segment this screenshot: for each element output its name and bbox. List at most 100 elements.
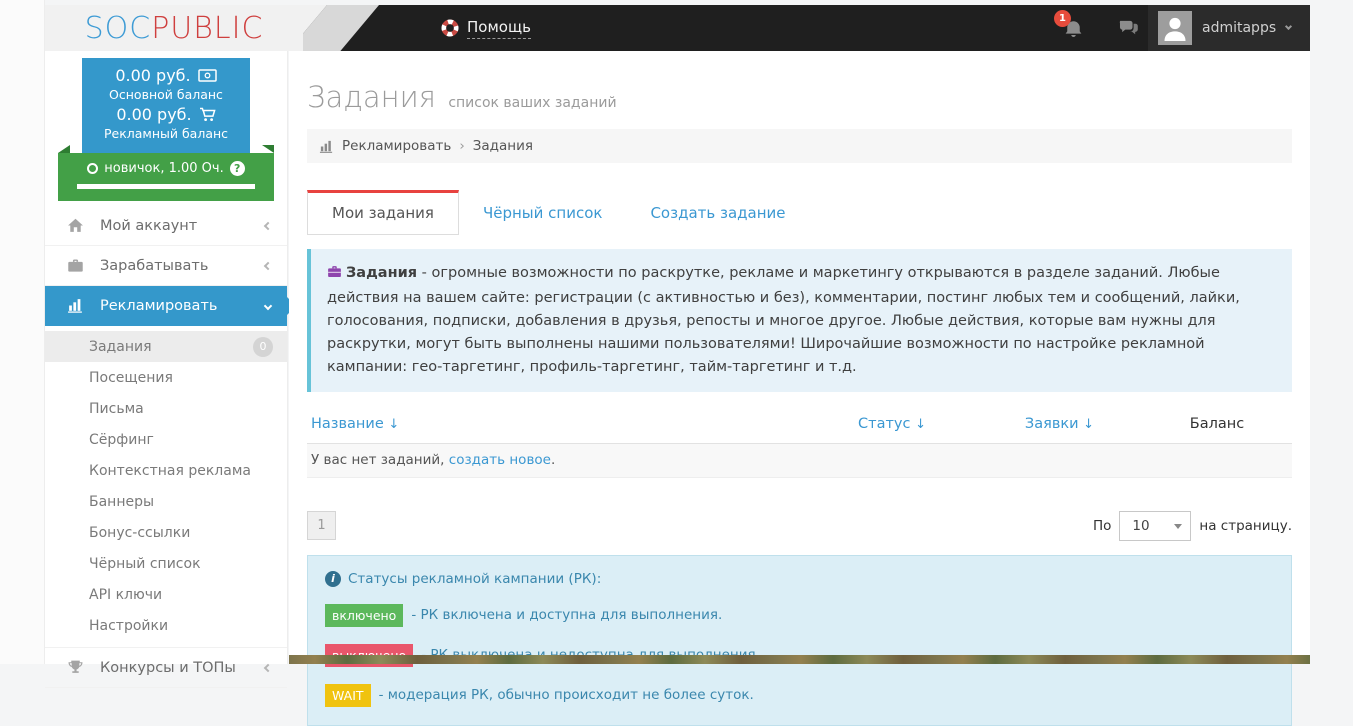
- submenu-item-settings[interactable]: Настройки: [45, 610, 287, 641]
- sidebar-item-earn[interactable]: Зарабатывать: [45, 246, 287, 286]
- per-page-control: По 10 на страницу.: [1092, 510, 1292, 541]
- user-menu[interactable]: admitapps: [1148, 5, 1310, 51]
- legend-title: Статусы рекламной кампании (РК):: [348, 570, 602, 587]
- legend-item-enabled: включено - РК включена и доступна для вы…: [325, 603, 1274, 627]
- tab-create-task[interactable]: Создать задание: [626, 190, 809, 235]
- tasks-info-box: Задания - огромные возможности по раскру…: [307, 249, 1292, 392]
- column-label: Заявки: [1024, 415, 1079, 432]
- submenu-item-label: Сёрфинг: [89, 431, 154, 448]
- rank-circle-icon: [87, 163, 99, 174]
- main-content: Задания список ваших заданий Рекламирова…: [289, 51, 1310, 726]
- submenu-item-tasks[interactable]: Задания 0: [45, 331, 287, 362]
- submenu-item-label: API ключи: [89, 586, 163, 603]
- per-page-prefix: По: [1092, 517, 1112, 534]
- lifebuoy-icon: [441, 19, 459, 37]
- cart-icon: [199, 107, 216, 122]
- breadcrumb-item-advertise[interactable]: Рекламировать: [342, 138, 451, 154]
- submenu-item-visits[interactable]: Посещения: [45, 362, 287, 393]
- create-new-task-link[interactable]: создать новое: [449, 452, 551, 468]
- column-header-status[interactable]: Статус ↓: [807, 416, 977, 432]
- status-badge-enabled: включено: [325, 603, 404, 627]
- tasks-count-badge: 0: [253, 336, 273, 357]
- submenu-item-label: Посещения: [89, 369, 173, 386]
- messages-button[interactable]: [1118, 18, 1138, 38]
- bar-chart-icon: [319, 139, 334, 154]
- chevron-down-icon: [1285, 22, 1293, 31]
- main-balance-amount: 0.00 руб.: [115, 66, 191, 85]
- empty-text: У вас нет заданий,: [311, 452, 445, 469]
- tab-blacklist[interactable]: Чёрный список: [459, 190, 627, 235]
- submenu-item-bonus-links[interactable]: Бонус-ссылки: [45, 517, 287, 548]
- submenu-item-label: Письма: [89, 400, 144, 417]
- submenu-item-label: Баннеры: [89, 493, 155, 510]
- tasks-table-header: Название ↓ Статус ↓ Заявки ↓ Баланс: [307, 405, 1292, 444]
- sidebar-item-contests[interactable]: Конкурсы и ТОПы: [45, 648, 287, 688]
- submenu-item-blacklist[interactable]: Чёрный список: [45, 548, 287, 579]
- submenu-item-label: Задания: [89, 338, 152, 355]
- info-circle-icon: i: [325, 570, 341, 587]
- help-link[interactable]: Помощь: [441, 5, 531, 51]
- submenu-item-banners[interactable]: Баннеры: [45, 486, 287, 517]
- briefcase-icon: [327, 266, 342, 283]
- ad-balance-amount: 0.00 руб.: [116, 105, 192, 124]
- question-circle-icon[interactable]: ?: [229, 161, 245, 176]
- column-header-requests[interactable]: Заявки ↓: [977, 416, 1142, 432]
- column-header-name[interactable]: Название ↓: [307, 416, 807, 432]
- sidebar-item-label: Мой аккаунт: [100, 217, 198, 234]
- sort-desc-icon: ↓: [915, 416, 926, 432]
- submenu-item-label: Чёрный список: [89, 555, 201, 572]
- submenu-item-context-ads[interactable]: Контекстная реклама: [45, 455, 287, 486]
- per-page-value: 10: [1132, 517, 1150, 534]
- logo-area[interactable]: SOCPUBLIC: [45, 5, 303, 51]
- chevron-down-icon: [263, 301, 273, 310]
- per-page-select[interactable]: 10: [1119, 510, 1192, 541]
- status-legend-box: i Статусы рекламной кампании (РК): включ…: [307, 554, 1292, 726]
- help-label: Помощь: [467, 18, 531, 39]
- submenu-item-surfing[interactable]: Сёрфинг: [45, 424, 287, 455]
- main-balance-row: 0.00 руб.: [86, 66, 246, 85]
- sidebar-item-my-account[interactable]: Мой аккаунт: [45, 206, 287, 246]
- status-badge-wait: WAIT: [325, 683, 371, 707]
- submenu-item-api-keys[interactable]: API ключи: [45, 579, 287, 610]
- per-page-suffix: на страницу.: [1199, 517, 1292, 534]
- sidebar-item-label: Конкурсы и ТОПы: [100, 659, 236, 676]
- chevron-left-icon: [263, 221, 273, 230]
- trophy-icon: [67, 659, 84, 676]
- username-label: admitapps: [1202, 20, 1277, 36]
- logo-text-soc: SOC: [84, 10, 152, 46]
- submenu-item-label: Контекстная реклама: [89, 462, 251, 479]
- rank-progress-track: [77, 184, 255, 189]
- sidebar-item-label: Рекламировать: [100, 297, 218, 314]
- banknote-icon: [197, 69, 217, 82]
- home-icon: [67, 217, 84, 234]
- legend-item-wait: WAIT - модерация РК, обычно происходит н…: [325, 683, 1274, 707]
- sidebar-item-advertise[interactable]: Рекламировать: [45, 286, 296, 326]
- tab-my-tasks[interactable]: Мои задания: [307, 190, 459, 235]
- submenu-item-label: Настройки: [89, 617, 169, 634]
- tab-bar: Мои задания Чёрный список Создать задани…: [307, 190, 1292, 235]
- page-1-button[interactable]: 1: [307, 511, 336, 541]
- select-arrow-icon: [1174, 523, 1183, 529]
- sort-desc-icon: ↓: [1083, 416, 1095, 432]
- info-box-text: - огромные возможности по раскрутке, рек…: [327, 265, 1240, 375]
- breadcrumb-item-tasks: Задания: [472, 138, 534, 154]
- sidebar-nav: Мой аккаунт Зарабатывать Рекламировать З…: [45, 206, 296, 688]
- pagination-bar: 1 По 10 на страницу.: [307, 510, 1292, 541]
- page-head: Задания список ваших заданий: [307, 80, 1292, 114]
- socpublic-tasks-page: { "header": { "logo_part1": "SOC", "logo…: [0, 0, 1353, 726]
- rank-label: новичок, 1.00 Оч.: [104, 161, 224, 176]
- notifications-bell-button[interactable]: 1: [1054, 10, 1084, 38]
- column-label: Статус: [858, 415, 911, 432]
- breadcrumb: Рекламировать › Задания: [307, 129, 1292, 163]
- column-label: Название: [311, 415, 384, 432]
- chat-icon: [1118, 18, 1138, 38]
- submenu-item-label: Бонус-ссылки: [89, 524, 191, 541]
- balance-widget: 0.00 руб. Основной баланс 0.00 руб. Рекл…: [82, 58, 250, 153]
- bar-chart-icon: [67, 297, 84, 314]
- advertise-submenu: Задания 0 Посещения Письма Сёрфинг Конте…: [45, 326, 287, 648]
- page-left-margin: [0, 0, 45, 664]
- submenu-item-letters[interactable]: Письма: [45, 393, 287, 424]
- header-icon-group: 1: [1054, 5, 1138, 51]
- sidebar: 0.00 руб. Основной баланс 0.00 руб. Рекл…: [45, 51, 296, 688]
- page-subtitle: список ваших заданий: [448, 95, 617, 111]
